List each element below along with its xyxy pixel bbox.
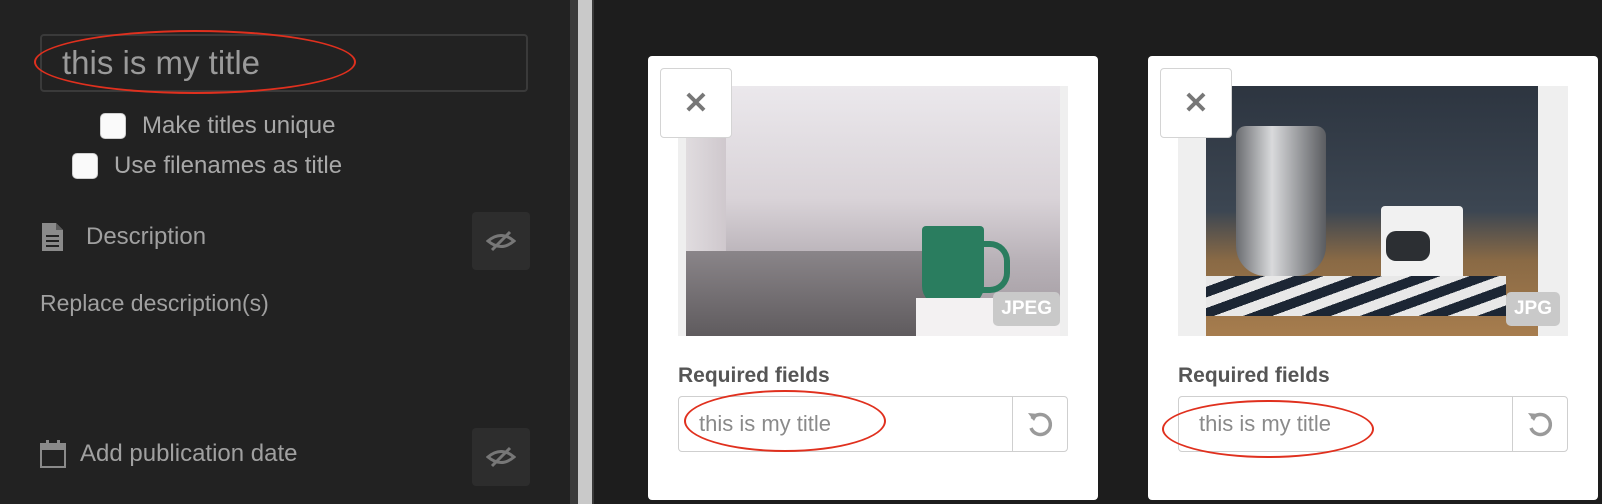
upload-grid: ✕ JPEG Required fields this is my title … (594, 0, 1602, 504)
panel-resize-handle[interactable] (578, 0, 592, 504)
publication-date-visibility-toggle[interactable] (472, 428, 530, 486)
title-input[interactable] (1179, 397, 1512, 451)
bulk-edit-panel: Make titles unique Use filenames as titl… (0, 0, 570, 504)
title-input[interactable] (40, 34, 528, 92)
document-icon (40, 222, 64, 252)
required-fields-label: Required fields (1178, 364, 1330, 387)
thumbnail-image (1206, 86, 1538, 336)
title-input[interactable] (679, 397, 1012, 451)
required-fields-label: Required fields (678, 364, 830, 387)
close-icon: ✕ (683, 86, 709, 120)
close-icon: ✕ (1183, 86, 1209, 120)
make-unique-row[interactable]: Make titles unique (100, 112, 335, 140)
description-section: Description (40, 222, 206, 252)
calendar-icon (40, 440, 66, 468)
use-filenames-row[interactable]: Use filenames as title (72, 152, 342, 180)
description-visibility-toggle[interactable] (472, 212, 530, 270)
publication-date-section: Add publication date (40, 440, 298, 468)
remove-button[interactable]: ✕ (660, 68, 732, 138)
use-filenames-checkbox[interactable] (72, 153, 98, 179)
make-unique-checkbox[interactable] (100, 113, 126, 139)
upload-card-2: ✕ JPG Required fields (1148, 56, 1598, 500)
file-type-badge: JPEG (993, 292, 1060, 326)
thumbnail-frame: JPG (1178, 86, 1568, 336)
make-unique-label: Make titles unique (142, 112, 336, 139)
remove-button[interactable]: ✕ (1160, 68, 1232, 138)
reset-button[interactable] (1512, 397, 1567, 451)
upload-card-1: ✕ JPEG Required fields (648, 56, 1098, 500)
title-field (1178, 396, 1568, 452)
undo-icon (1028, 412, 1053, 437)
thumbnail-frame: JPEG (678, 86, 1068, 336)
title-field (678, 396, 1068, 452)
file-type-badge: JPG (1505, 292, 1560, 326)
reset-button[interactable] (1012, 397, 1067, 451)
undo-icon (1528, 412, 1553, 437)
replace-description-text: Replace description(s) (40, 290, 269, 316)
publication-date-label: Add publication date (80, 440, 298, 467)
eye-slash-icon (486, 446, 516, 468)
eye-slash-icon (486, 230, 516, 252)
use-filenames-label: Use filenames as title (114, 152, 343, 179)
description-label: Description (86, 223, 207, 250)
